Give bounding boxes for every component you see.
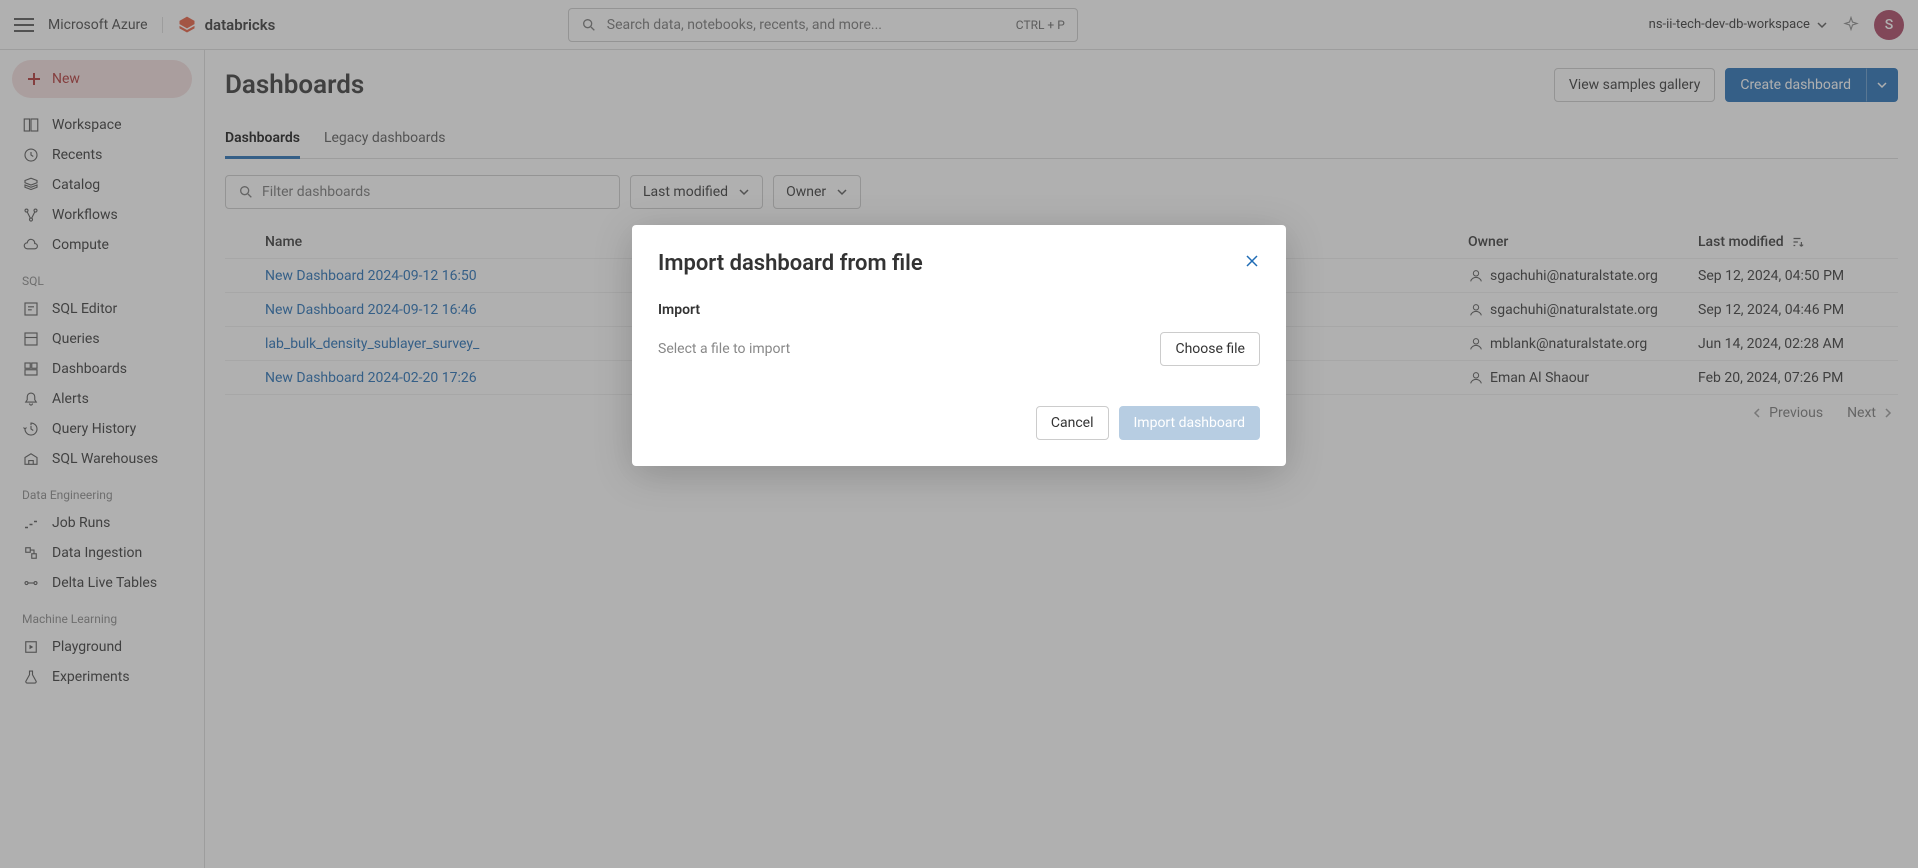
modal-title: Import dashboard from file	[658, 251, 923, 276]
cancel-button[interactable]: Cancel	[1036, 406, 1109, 440]
close-icon	[1244, 253, 1260, 269]
file-hint: Select a file to import	[658, 341, 790, 357]
import-section-label: Import	[658, 302, 1260, 318]
modal-close-button[interactable]	[1244, 253, 1260, 274]
modal-overlay[interactable]: Import dashboard from file Import Select…	[0, 0, 1918, 868]
choose-file-button[interactable]: Choose file	[1160, 332, 1260, 366]
import-dashboard-button[interactable]: Import dashboard	[1119, 406, 1261, 440]
import-dashboard-modal: Import dashboard from file Import Select…	[632, 225, 1286, 466]
